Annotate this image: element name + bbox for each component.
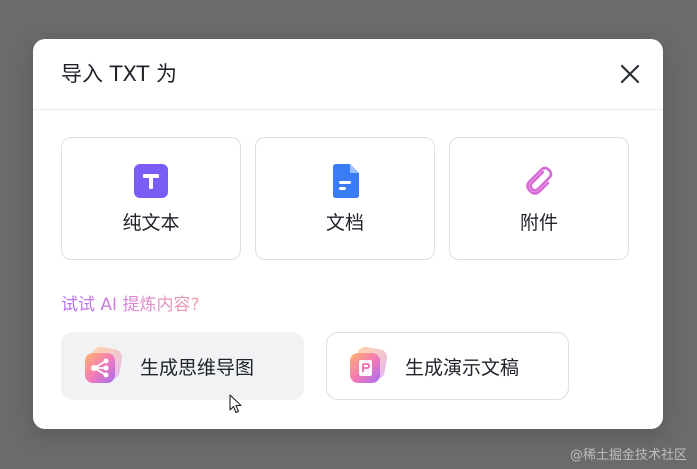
presentation-icon (350, 346, 388, 383)
import-options: 纯文本 文档 附件 (61, 137, 629, 260)
mouse-pointer-icon (229, 394, 242, 414)
mindmap-icon (85, 346, 123, 383)
option-label: 文档 (325, 211, 364, 234)
ai-actions: 生成思维导图 生成演示文稿 (61, 332, 569, 400)
generate-mindmap-button[interactable]: 生成思维导图 (61, 332, 304, 400)
close-icon (620, 64, 640, 84)
generate-presentation-button[interactable]: 生成演示文稿 (326, 332, 569, 400)
paperclip-icon (526, 166, 553, 195)
text-t-icon (134, 163, 168, 198)
document-icon (333, 163, 359, 198)
watermark: @稀土掘金技术社区 (569, 448, 687, 463)
option-document[interactable]: 文档 (255, 137, 435, 260)
import-dialog: 导入 TXT 为 纯文本 文档 附件 试试 AI 提炼内容? 生成思维导图 生成… (33, 39, 663, 429)
ai-btn-label: 生成演示文稿 (405, 356, 520, 379)
dialog-header: 导入 TXT 为 (33, 39, 663, 110)
option-label: 纯文本 (122, 211, 180, 234)
ai-btn-label: 生成思维导图 (140, 356, 255, 379)
option-label: 附件 (519, 211, 558, 234)
ai-hint: 试试 AI 提炼内容? (61, 295, 200, 315)
dialog-title: 导入 TXT 为 (61, 62, 178, 86)
option-attachment[interactable]: 附件 (449, 137, 629, 260)
close-button[interactable] (617, 61, 643, 87)
option-plain-text[interactable]: 纯文本 (61, 137, 241, 260)
